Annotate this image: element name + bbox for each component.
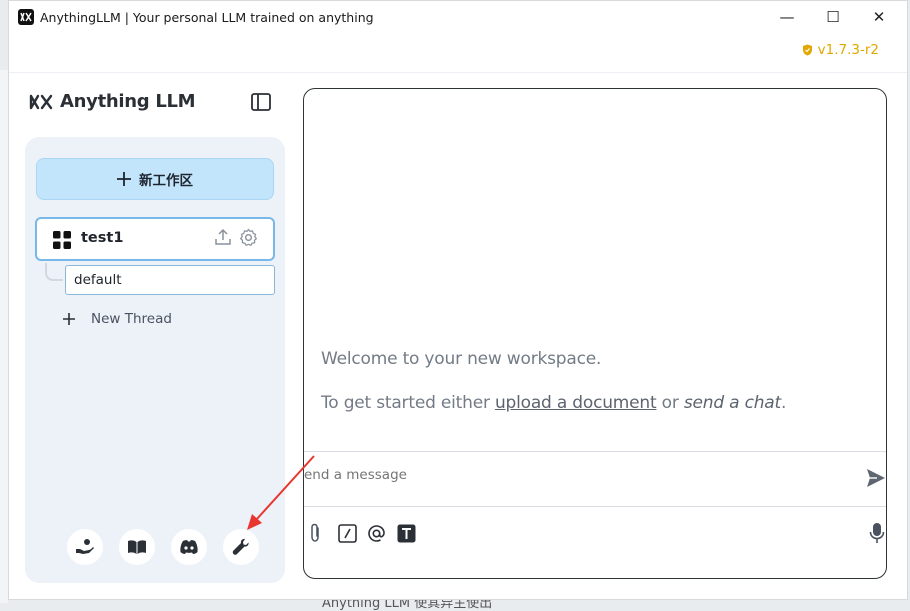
agent-mention-button[interactable]: [365, 521, 387, 545]
discord-button[interactable]: [171, 529, 207, 565]
sidebar: 新工作区 test1 default New Thread: [25, 137, 285, 583]
workspace-item[interactable]: test1: [35, 217, 275, 261]
window-title: AnythingLLM | Your personal LLM trained …: [40, 9, 374, 25]
new-thread-label: New Thread: [91, 311, 172, 327]
brand-name: Anything LLM: [60, 91, 196, 112]
workspace-grid-icon: [53, 231, 71, 249]
sidebar-toggle-button[interactable]: [251, 93, 271, 111]
upload-document-link[interactable]: upload a document: [495, 393, 657, 413]
version-badge[interactable]: v1.7.3-r2: [802, 42, 879, 58]
getting-started-prefix: To get started either: [321, 393, 495, 413]
new-workspace-label: 新工作区: [139, 173, 193, 189]
or-text: or: [656, 393, 684, 413]
text-size-button[interactable]: [395, 521, 417, 545]
community-button[interactable]: [67, 529, 103, 565]
send-chat-text: send a chat: [683, 393, 781, 413]
microphone-icon: [869, 523, 885, 543]
close-button[interactable]: ✕: [856, 1, 902, 33]
text-format-icon: [397, 524, 415, 542]
anythingllm-logo-icon: [29, 94, 53, 109]
background-window: [0, 70, 8, 603]
new-thread-button[interactable]: New Thread: [59, 309, 172, 329]
docs-book-icon: [128, 540, 146, 554]
getting-started-text: To get started either upload a document …: [321, 393, 786, 413]
upload-icon[interactable]: [214, 228, 232, 246]
paperclip-icon: [311, 523, 319, 542]
thread-connector: [45, 263, 63, 281]
app-window: AnythingLLM | Your personal LLM trained …: [8, 0, 908, 600]
plus-icon: [59, 309, 79, 329]
input-toolbar: [304, 521, 886, 549]
attach-button[interactable]: [304, 521, 326, 545]
workspace-name: test1: [81, 230, 124, 246]
gear-icon[interactable]: [239, 228, 258, 247]
microphone-button[interactable]: [866, 521, 886, 545]
brand-logo: Anything LLM: [29, 91, 196, 112]
welcome-message: Welcome to your new workspace.: [321, 349, 602, 369]
new-workspace-button[interactable]: 新工作区: [36, 158, 274, 200]
docs-button[interactable]: [119, 529, 155, 565]
top-bar: v1.7.3-r2: [9, 33, 907, 73]
plus-icon: [117, 172, 131, 186]
chat-panel: Welcome to your new workspace. To get st…: [303, 88, 887, 579]
settings-button[interactable]: [223, 529, 259, 565]
version-text: v1.7.3-r2: [817, 42, 879, 58]
at-sign-icon: [367, 524, 385, 542]
settings-wrench-icon: [232, 538, 249, 555]
message-input-row: [304, 451, 886, 507]
minimize-button[interactable]: —: [764, 1, 810, 33]
app-logo-icon: [18, 9, 34, 25]
title-bar: AnythingLLM | Your personal LLM trained …: [9, 1, 907, 33]
discord-icon: [180, 540, 198, 554]
slash-command-button[interactable]: [336, 521, 358, 545]
sidebar-panel-icon: [251, 93, 271, 111]
thread-item-default[interactable]: default: [65, 265, 275, 295]
send-icon: [867, 469, 885, 487]
community-hand-icon: [76, 539, 94, 554]
shield-icon: [802, 44, 812, 56]
slash-command-icon: [337, 523, 357, 543]
period-text: .: [780, 393, 787, 413]
maximize-button[interactable]: ☐: [810, 1, 856, 33]
send-button[interactable]: [866, 468, 886, 492]
message-input[interactable]: [304, 464, 824, 486]
